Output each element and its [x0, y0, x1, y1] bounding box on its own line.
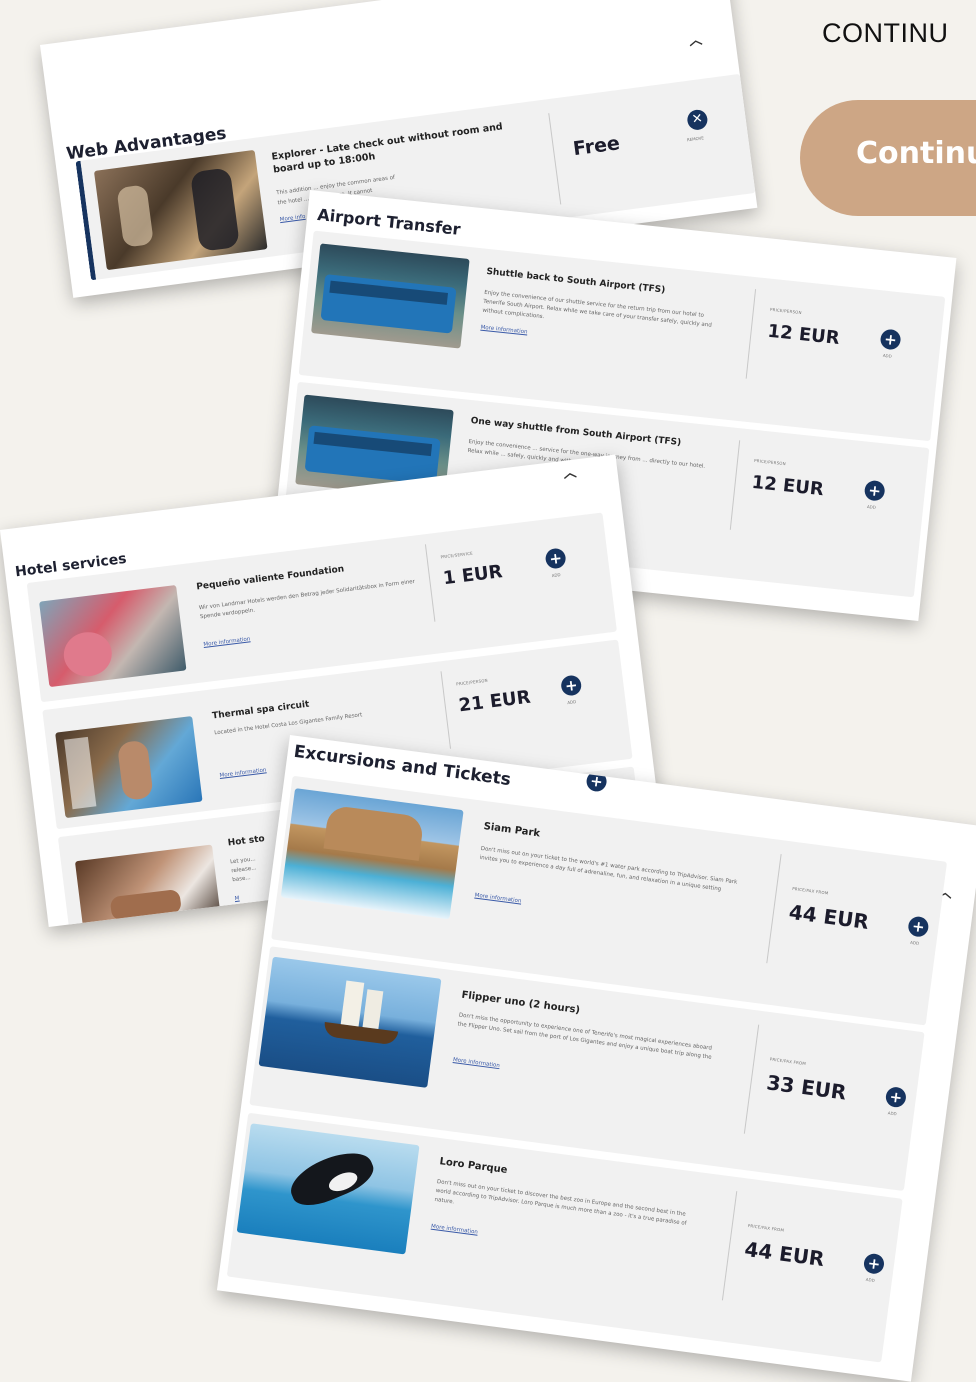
add-label: ADD	[909, 939, 920, 946]
excursion-title: Siam Park	[482, 821, 541, 840]
plus-circle-icon[interactable]: +	[884, 1085, 908, 1109]
more-info-link[interactable]: More info	[280, 214, 306, 223]
divider	[424, 544, 436, 622]
excursion-price: 33 EUR	[765, 1070, 848, 1105]
more-info-link[interactable]: More information	[474, 892, 522, 904]
transfer-price: 12 EUR	[766, 320, 841, 350]
price-label: PRICE/PERSON	[769, 306, 802, 316]
price-label: PRICE/PERSON	[753, 457, 787, 467]
excursions-card: Excursions and Tickets ︿ + Siam Park Don…	[216, 735, 976, 1382]
service-desc: Let you... release... base...	[229, 856, 257, 884]
close-icon[interactable]: ✕	[686, 108, 709, 132]
divider	[766, 854, 782, 964]
divider	[548, 113, 562, 205]
continue-button-label: Continu	[856, 136, 976, 171]
more-info-link[interactable]: More information	[219, 767, 267, 779]
more-info-link[interactable]: More information	[203, 636, 251, 648]
add-label: ADD	[865, 1276, 876, 1283]
plus-circle-icon[interactable]: +	[907, 915, 930, 938]
price-label: PRICE/PAX FROM	[747, 1222, 785, 1233]
price-label: PRICE/PAX FROM	[769, 1056, 807, 1067]
remove-label: REMOVE	[686, 135, 705, 143]
foundation-image	[39, 584, 187, 688]
excursion-desc: Don't miss out on your ticket to the wor…	[479, 845, 738, 893]
more-info-link[interactable]: More information	[453, 1057, 501, 1069]
add-label: ADD	[866, 503, 877, 510]
explorer-image	[93, 149, 268, 271]
bus-image	[311, 243, 470, 349]
flipper-uno-image	[258, 956, 442, 1088]
divider	[729, 440, 741, 530]
excursion-title: Flipper uno (2 hours)	[460, 989, 581, 1017]
price-label: PRICE/SERVICE	[440, 550, 474, 560]
loro-parque-image	[236, 1123, 420, 1255]
continue-heading: CONTINU	[822, 18, 949, 48]
service-title: Hot sto	[227, 834, 266, 849]
service-title: Thermal spa circuit	[211, 699, 310, 722]
service-price: 1 EUR	[441, 561, 504, 590]
plus-circle-icon[interactable]: +	[862, 1252, 886, 1275]
transfer-price: 12 EUR	[750, 471, 825, 501]
more-info-link[interactable]: More information	[480, 325, 528, 336]
divider	[745, 289, 757, 379]
siam-park-image	[280, 788, 464, 920]
more-info-link[interactable]: More information	[431, 1224, 479, 1236]
continue-button[interactable]: Continu	[800, 100, 976, 216]
excursion-price: 44 EUR	[787, 899, 871, 935]
hot-stone-image	[74, 844, 222, 928]
web-advantage-price: Free	[571, 132, 622, 161]
web-advantage-title-1: Explorer - Late check out without room a…	[270, 121, 504, 163]
price-label: PRICE/PERSON	[455, 677, 489, 687]
add-label: ADD	[566, 699, 577, 706]
divider	[743, 1024, 760, 1134]
excursion-price: 44 EUR	[743, 1236, 826, 1272]
price-label: PRICE/PAX FROM	[791, 885, 829, 896]
add-label: ADD	[887, 1110, 897, 1117]
chevron-up-icon[interactable]: ︿	[562, 461, 578, 481]
excursion-title: Loro Parque	[438, 1156, 509, 1177]
excursion-desc: Don't miss the opportunity to experience…	[457, 1012, 713, 1061]
plus-circle-icon[interactable]: +	[879, 328, 902, 351]
plus-circle-icon[interactable]: +	[544, 547, 567, 570]
plus-circle-icon[interactable]: +	[863, 479, 886, 502]
service-price: 21 EUR	[457, 686, 532, 717]
spa-image	[55, 715, 203, 819]
add-label: ADD	[882, 352, 892, 359]
divider	[721, 1191, 738, 1301]
chevron-up-icon[interactable]: ︿	[688, 29, 703, 50]
more-info-link[interactable]: M	[234, 896, 239, 903]
add-label: ADD	[551, 572, 561, 579]
plus-circle-icon[interactable]: +	[560, 674, 583, 697]
